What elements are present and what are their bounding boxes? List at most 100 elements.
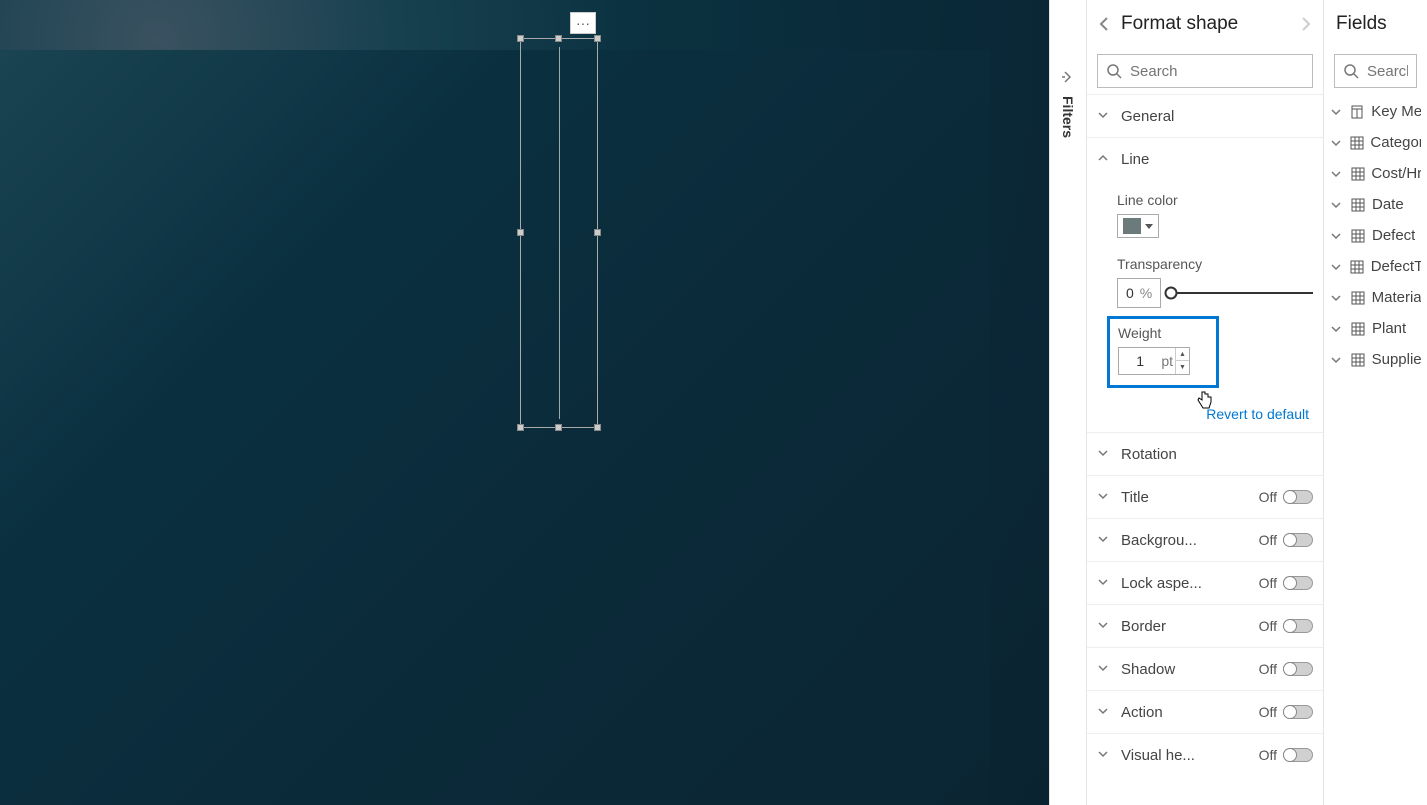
field-label: Date (1372, 196, 1404, 213)
resize-handle[interactable] (594, 424, 601, 431)
toggle-state: Off (1259, 575, 1277, 591)
fields-panel: Fields Key MeCategorCost/HrDateDefectDef… (1324, 0, 1427, 805)
section-label: General (1121, 108, 1313, 125)
chevron-down-icon (1097, 576, 1111, 590)
field-label: Cost/Hr (1371, 165, 1421, 182)
section-header-general[interactable]: General (1087, 95, 1323, 137)
section-border: Border Off (1087, 604, 1323, 647)
resize-handle[interactable] (555, 35, 562, 42)
format-search-box[interactable] (1097, 54, 1313, 88)
prev-icon[interactable] (1095, 15, 1113, 33)
toggle-state: Off (1259, 704, 1277, 720)
visual-options-button[interactable]: ··· (570, 12, 596, 34)
field-item[interactable]: Plant (1324, 313, 1427, 344)
panel-title: Format shape (1113, 13, 1297, 35)
chevron-down-icon (1330, 168, 1344, 180)
toggle-switch[interactable] (1283, 619, 1313, 633)
slider-thumb[interactable] (1165, 287, 1178, 300)
chevron-down-icon (1097, 662, 1111, 676)
chevron-down-icon (1330, 106, 1344, 118)
transparency-value-input[interactable]: 0 % (1117, 278, 1161, 308)
toggle-state: Off (1259, 661, 1277, 677)
field-item[interactable]: Date (1324, 189, 1427, 220)
section-header-border[interactable]: Border Off (1087, 605, 1323, 647)
measure-icon (1350, 104, 1366, 120)
fields-search-input[interactable] (1367, 63, 1408, 80)
filters-pane-collapsed[interactable]: Filters (1049, 0, 1087, 805)
chevron-down-icon (1330, 354, 1344, 366)
transparency-value: 0 (1126, 285, 1134, 301)
resize-handle[interactable] (517, 229, 524, 236)
resize-handle[interactable] (555, 424, 562, 431)
section-label: Line (1121, 151, 1313, 168)
section-header-lock-aspect[interactable]: Lock aspe... Off (1087, 562, 1323, 604)
resize-handle[interactable] (517, 35, 524, 42)
report-canvas[interactable]: ··· (0, 0, 1049, 805)
resize-handle[interactable] (594, 35, 601, 42)
field-item[interactable]: Categor (1324, 127, 1427, 158)
toggle-state: Off (1259, 747, 1277, 763)
table-icon (1349, 259, 1364, 275)
resize-handle[interactable] (517, 424, 524, 431)
section-title: Title Off (1087, 475, 1323, 518)
line-color-label: Line color (1117, 192, 1313, 208)
section-header-shadow[interactable]: Shadow Off (1087, 648, 1323, 690)
field-item[interactable]: Defect (1324, 220, 1427, 251)
table-icon (1350, 321, 1366, 337)
section-header-line[interactable]: Line (1087, 138, 1323, 180)
field-item[interactable]: DefectT (1324, 251, 1427, 282)
field-item[interactable]: Key Me (1324, 96, 1427, 127)
expand-icon[interactable] (1061, 70, 1075, 84)
field-label: Categor (1370, 134, 1421, 151)
field-item[interactable]: Supplie (1324, 344, 1427, 375)
table-icon (1350, 197, 1366, 213)
field-label: Materia (1372, 289, 1421, 306)
toggle-switch[interactable] (1283, 576, 1313, 590)
next-icon[interactable] (1297, 15, 1315, 33)
section-action: Action Off (1087, 690, 1323, 733)
table-icon (1350, 352, 1366, 368)
section-header-background[interactable]: Backgrou... Off (1087, 519, 1323, 561)
field-label: Supplie (1372, 351, 1421, 368)
weight-label: Weight (1118, 325, 1208, 341)
spin-down-button[interactable]: ▼ (1176, 361, 1189, 374)
section-line: Line Line color Transparency 0 % (1087, 137, 1323, 432)
section-header-visual-header[interactable]: Visual he... Off (1087, 734, 1323, 776)
chevron-down-icon (1330, 199, 1344, 211)
transparency-slider[interactable] (1171, 283, 1313, 303)
section-label: Visual he... (1121, 747, 1253, 764)
field-item[interactable]: Materia (1324, 282, 1427, 313)
weight-highlight-box: Weight 1 pt ▲ ▼ (1107, 316, 1219, 388)
toggle-switch[interactable] (1283, 662, 1313, 676)
chevron-down-icon (1330, 230, 1344, 242)
section-header-action[interactable]: Action Off (1087, 691, 1323, 733)
fields-search-box[interactable] (1334, 54, 1417, 88)
search-icon (1343, 63, 1359, 79)
weight-unit: pt (1161, 353, 1175, 369)
revert-to-default-link[interactable]: Revert to default (1087, 400, 1323, 432)
transparency-unit: % (1140, 285, 1152, 301)
section-label: Lock aspe... (1121, 575, 1253, 592)
field-item[interactable]: Cost/Hr (1324, 158, 1427, 189)
weight-spinner[interactable]: 1 pt ▲ ▼ (1118, 347, 1190, 375)
field-label: Key Me (1371, 103, 1421, 120)
weight-value: 1 (1119, 353, 1161, 369)
toggle-switch[interactable] (1283, 533, 1313, 547)
search-icon (1106, 63, 1122, 79)
section-header-title[interactable]: Title Off (1087, 476, 1323, 518)
resize-handle[interactable] (594, 229, 601, 236)
selected-line-shape[interactable] (520, 38, 598, 428)
field-label: Defect (1372, 227, 1415, 244)
format-shape-panel: Format shape General Line Line color (1087, 0, 1324, 805)
section-header-rotation[interactable]: Rotation (1087, 433, 1323, 475)
toggle-switch[interactable] (1283, 490, 1313, 504)
chevron-down-icon (1097, 619, 1111, 633)
line-color-dropdown[interactable] (1117, 214, 1159, 238)
format-search-input[interactable] (1130, 63, 1304, 80)
toggle-switch[interactable] (1283, 705, 1313, 719)
toggle-switch[interactable] (1283, 748, 1313, 762)
chevron-down-icon (1097, 109, 1111, 123)
spin-up-button[interactable]: ▲ (1176, 348, 1189, 361)
section-label: Rotation (1121, 446, 1313, 463)
slider-track (1171, 292, 1313, 294)
